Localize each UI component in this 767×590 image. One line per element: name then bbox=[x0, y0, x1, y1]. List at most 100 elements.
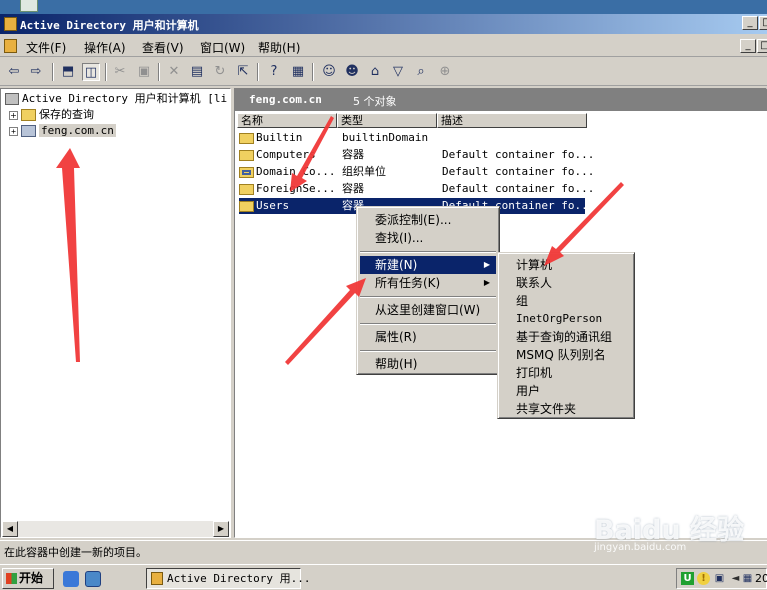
maximize-button[interactable]: □ bbox=[759, 16, 767, 30]
toolbar-separator bbox=[158, 63, 160, 81]
status-text: 在此容器中创建一新的项目。 bbox=[4, 546, 147, 559]
copy-icon[interactable]: ▣ bbox=[135, 63, 153, 81]
column-description[interactable]: 描述 bbox=[437, 113, 587, 128]
list-item[interactable]: ForeignSe... 容器 Default container fo... bbox=[239, 181, 594, 197]
forward-arrow-icon[interactable]: ⇨ bbox=[27, 63, 45, 81]
window-title-bar[interactable]: Active Directory 用户和计算机 _ □ bbox=[0, 14, 767, 34]
new-ou-icon[interactable]: ⌂ bbox=[366, 63, 384, 81]
list-item[interactable]: Builtin builtinDomain bbox=[239, 130, 585, 146]
folder-icon bbox=[239, 149, 254, 161]
menu-item-new-window[interactable]: 从这里创建窗口(W) bbox=[360, 301, 496, 319]
list-item[interactable]: Domain Co... 组织单位 Default container fo..… bbox=[239, 164, 594, 180]
tree-root-label: Active Directory 用户和计算机 [li bbox=[22, 92, 228, 105]
start-label: 开始 bbox=[19, 571, 44, 585]
console-window-icon[interactable] bbox=[4, 39, 17, 53]
menu-action[interactable]: 操作(A) bbox=[84, 39, 126, 56]
item-name: Computers bbox=[256, 148, 316, 161]
child-minimize-button[interactable]: _ bbox=[740, 39, 756, 53]
menu-file[interactable]: 文件(F) bbox=[26, 39, 66, 56]
windows-flag-icon bbox=[6, 573, 17, 584]
column-type[interactable]: 类型 bbox=[337, 113, 437, 128]
item-description: Default container fo... bbox=[442, 148, 595, 161]
delete-icon[interactable]: ✕ bbox=[165, 63, 183, 81]
submenu-item-group[interactable]: 组 bbox=[501, 292, 631, 310]
submenu-item-shared-folder[interactable]: 共享文件夹 bbox=[501, 400, 631, 418]
ie-icon[interactable] bbox=[63, 571, 79, 587]
submenu-item-contact[interactable]: 联系人 bbox=[501, 274, 631, 292]
menu-item-all-tasks-label: 所有任务(K) bbox=[375, 276, 441, 290]
submenu-item-printer[interactable]: 打印机 bbox=[501, 364, 631, 382]
menu-separator bbox=[360, 296, 496, 298]
ou-icon bbox=[239, 166, 254, 178]
console-tree-icon[interactable]: ▦ bbox=[289, 63, 307, 81]
column-name[interactable]: 名称 bbox=[237, 113, 337, 128]
start-button[interactable]: 开始 bbox=[2, 568, 54, 589]
minimize-button[interactable]: _ bbox=[742, 16, 758, 30]
tree-item-label: 保存的查询 bbox=[39, 108, 94, 121]
menu-item-new-label: 新建(N) bbox=[375, 258, 418, 272]
scroll-left-icon[interactable]: ◀ bbox=[2, 521, 18, 537]
help-icon[interactable]: ? bbox=[265, 63, 283, 81]
folder-icon bbox=[239, 183, 254, 195]
scroll-right-icon[interactable]: ▶ bbox=[213, 521, 229, 537]
submenu-item-inetorgperson[interactable]: InetOrgPerson bbox=[501, 310, 631, 328]
folder-icon bbox=[21, 109, 36, 121]
tree-item-saved-queries[interactable]: + 保存的查询 bbox=[9, 107, 94, 123]
submenu-item-computer[interactable]: 计算机 bbox=[501, 256, 631, 274]
show-hide-tree-icon[interactable]: ◫ bbox=[82, 63, 100, 81]
menu-view[interactable]: 查看(V) bbox=[142, 39, 184, 56]
item-type: 容器 bbox=[342, 182, 364, 195]
up-folder-icon[interactable]: ⬒ bbox=[59, 63, 77, 81]
menu-item-new[interactable]: 新建(N) ▶ bbox=[360, 256, 496, 274]
new-user-icon[interactable]: ☺ bbox=[320, 63, 338, 81]
filter-icon[interactable]: ▽ bbox=[389, 63, 407, 81]
item-name: Builtin bbox=[256, 131, 303, 144]
menu-help[interactable]: 帮助(H) bbox=[258, 39, 300, 56]
refresh-icon[interactable]: ↻ bbox=[211, 63, 229, 81]
security-warning-icon[interactable]: ! bbox=[697, 572, 710, 585]
find-icon[interactable]: ⌕ bbox=[412, 63, 430, 81]
child-restore-button[interactable]: □ bbox=[757, 39, 767, 53]
folder-icon bbox=[239, 200, 254, 212]
menu-window[interactable]: 窗口(W) bbox=[200, 39, 245, 56]
toolbar-separator bbox=[257, 63, 259, 81]
list-item[interactable]: Computers 容器 Default container fo... bbox=[239, 147, 594, 163]
expand-icon[interactable]: + bbox=[9, 110, 18, 120]
tree-item-domain[interactable]: + feng.com.cn bbox=[9, 123, 116, 139]
new-group-icon[interactable]: ☻ bbox=[343, 63, 361, 81]
menu-separator bbox=[360, 323, 496, 325]
horizontal-scrollbar[interactable]: ◀ ▶ bbox=[2, 521, 229, 537]
tree-root[interactable]: Active Directory 用户和计算机 [li bbox=[5, 91, 227, 107]
desktop-icon[interactable] bbox=[85, 571, 101, 587]
menu-item-delegate-control[interactable]: 委派控制(E)... bbox=[360, 211, 496, 229]
cut-icon[interactable]: ✂ bbox=[111, 63, 129, 81]
submenu-item-query-group[interactable]: 基于查询的通讯组 bbox=[501, 328, 631, 346]
green-shield-icon[interactable]: U bbox=[681, 572, 694, 585]
submenu-arrow-icon: ▶ bbox=[483, 260, 490, 269]
back-arrow-icon[interactable]: ⇦ bbox=[5, 63, 23, 81]
display-icon[interactable]: ▦ bbox=[741, 572, 754, 585]
properties-icon[interactable]: ▤ bbox=[188, 63, 206, 81]
submenu-item-user[interactable]: 用户 bbox=[501, 382, 631, 400]
menu-item-all-tasks[interactable]: 所有任务(K) ▶ bbox=[360, 274, 496, 292]
submenu-arrow-icon: ▶ bbox=[483, 278, 490, 287]
add-group-icon[interactable]: ⊕ bbox=[436, 63, 454, 81]
submenu-item-msmq-alias[interactable]: MSMQ 队列别名 bbox=[501, 346, 631, 364]
recycle-bin-icon[interactable] bbox=[20, 0, 38, 12]
task-label: Active Directory 用... bbox=[167, 572, 311, 585]
network-icon[interactable]: ▣ bbox=[713, 572, 726, 585]
menu-item-help[interactable]: 帮助(H) bbox=[360, 355, 496, 373]
menu-item-properties[interactable]: 属性(R) bbox=[360, 328, 496, 346]
app-icon[interactable] bbox=[4, 17, 17, 31]
expand-icon[interactable]: + bbox=[9, 126, 18, 136]
export-icon[interactable]: ⇱ bbox=[234, 63, 252, 81]
watermark-url: jingyan.baidu.com bbox=[594, 542, 687, 553]
domain-icon bbox=[21, 125, 36, 137]
item-description: Default container fo... bbox=[442, 165, 595, 178]
menu-separator bbox=[360, 350, 496, 352]
toolbar-separator bbox=[312, 63, 314, 81]
header-domain: feng.com.cn bbox=[249, 93, 322, 106]
menu-item-find[interactable]: 查找(I)... bbox=[360, 229, 496, 247]
baidu-watermark: Baidu 经验 jingyan.baidu.com bbox=[594, 508, 744, 553]
taskbar-window-button[interactable]: Active Directory 用... bbox=[146, 568, 310, 589]
